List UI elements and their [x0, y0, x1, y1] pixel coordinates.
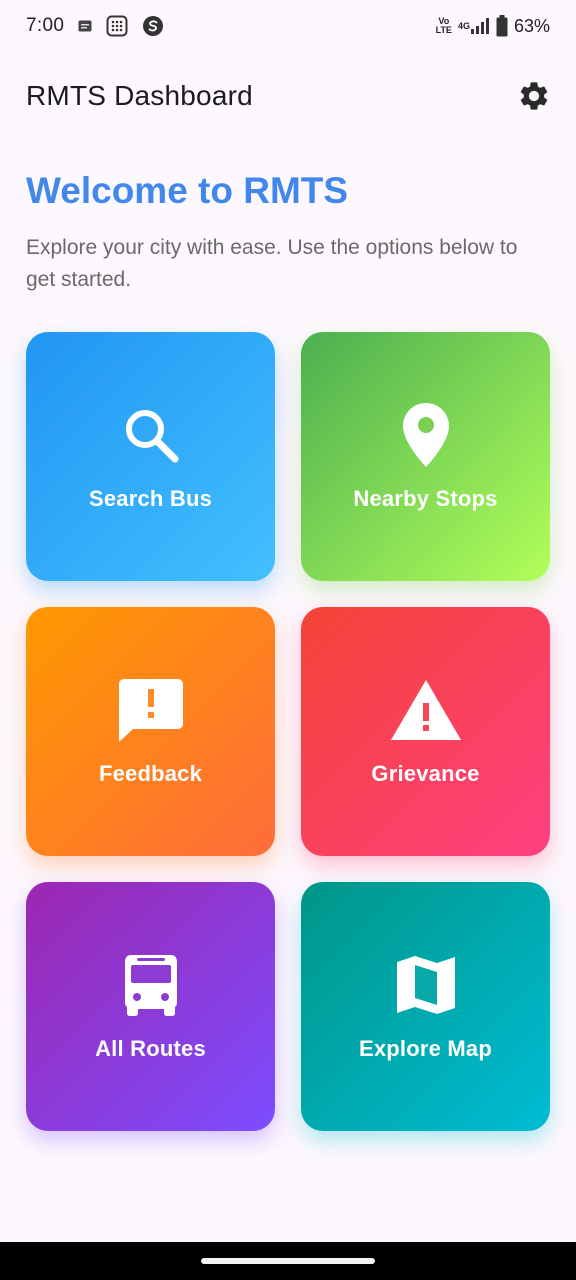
feedback-card[interactable]: Feedback: [26, 607, 275, 856]
search-icon: [120, 402, 182, 468]
home-gesture-handle[interactable]: [201, 1258, 375, 1264]
all-routes-card[interactable]: All Routes: [26, 882, 275, 1131]
system-nav-bar: [0, 1242, 576, 1280]
bus-icon: [123, 952, 179, 1018]
app-bar: RMTS Dashboard: [0, 62, 576, 130]
welcome-subtitle: Explore your city with ease. Use the opt…: [26, 236, 518, 291]
calculator-icon: [106, 15, 128, 37]
gear-icon: [520, 82, 548, 110]
card-label: All Routes: [95, 1035, 206, 1061]
volte-bottom: LTE: [435, 25, 452, 35]
settings-button[interactable]: [512, 74, 556, 118]
notification-app-icon: [78, 20, 92, 32]
dashboard-grid: Search Bus Nearby Stops Feedback Grievan…: [26, 332, 550, 1131]
card-label: Search Bus: [88, 485, 213, 511]
status-bar: 7:00 Vo LTE 4G 63%: [0, 0, 576, 52]
volte-indicator: Vo LTE: [436, 17, 452, 35]
map-icon: [396, 952, 456, 1018]
card-label: Explore Map: [358, 1035, 492, 1061]
feedback-icon: [118, 677, 184, 743]
card-label: Nearby Stops: [353, 485, 498, 511]
status-left: 7:00: [26, 15, 164, 37]
screen: 7:00 Vo LTE 4G 63% RMTS Dashboard Welcom…: [0, 0, 576, 1280]
status-right: Vo LTE 4G 63%: [436, 15, 550, 37]
network-type: 4G: [457, 20, 470, 31]
card-label: Grievance: [371, 760, 480, 786]
search-bus-card[interactable]: Search Bus: [26, 332, 275, 581]
sync-app-icon: [142, 15, 164, 37]
signal-icon: 4G: [458, 17, 490, 35]
welcome-title: Welcome to RMTS: [26, 170, 349, 211]
status-time: 7:00: [26, 15, 65, 36]
warning-icon: [390, 677, 462, 743]
app-title: RMTS Dashboard: [26, 80, 253, 111]
location-pin-icon: [402, 402, 450, 468]
grievance-card[interactable]: Grievance: [301, 607, 550, 856]
nearby-stops-card[interactable]: Nearby Stops: [301, 332, 550, 581]
explore-map-card[interactable]: Explore Map: [301, 882, 550, 1131]
card-label: Feedback: [98, 760, 203, 786]
battery-percent: 63%: [513, 15, 550, 36]
battery-icon: [496, 15, 508, 37]
